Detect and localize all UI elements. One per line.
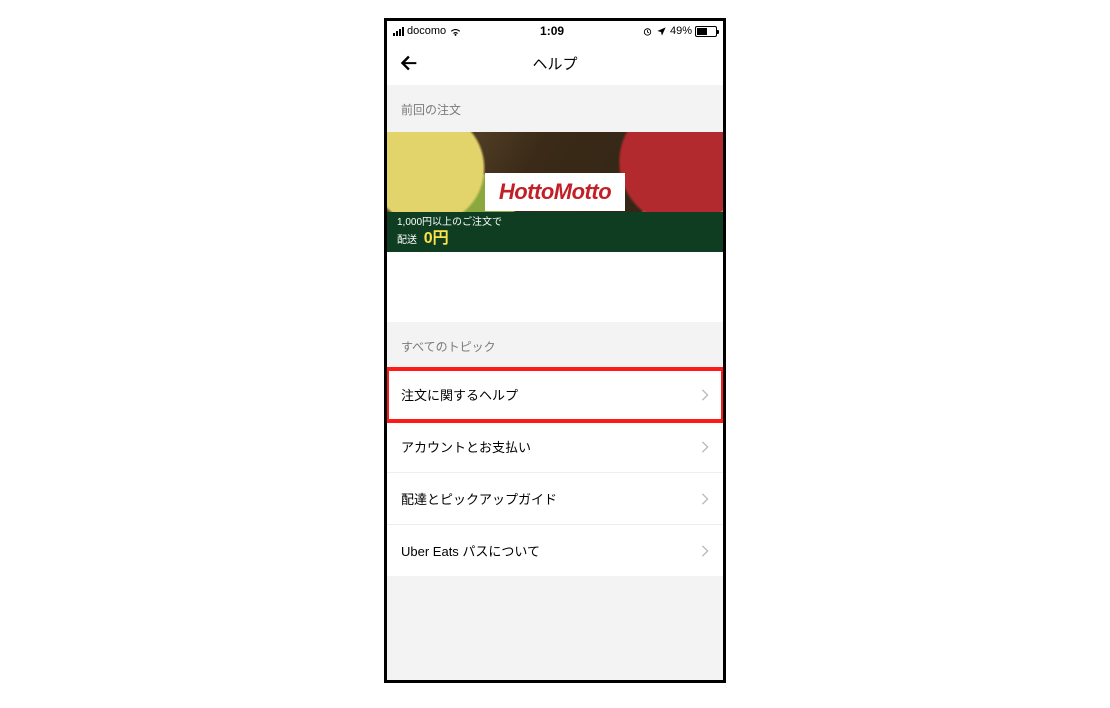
promo-brand-logo: HottoMotto	[485, 173, 625, 211]
section-header-all-topics: すべてのトピック	[387, 322, 723, 369]
promo-sub-line1: 1,000円以上のご注文で	[397, 216, 713, 229]
status-left: docomo	[393, 25, 462, 38]
promo-banner[interactable]: HottoMotto 1,000円以上のご注文で 配送 0円	[387, 132, 723, 252]
status-right: 49%	[642, 25, 717, 37]
alarm-icon	[642, 26, 653, 37]
signal-icon	[393, 26, 404, 36]
promo-subtext: 1,000円以上のご注文で 配送 0円	[387, 212, 723, 252]
arrow-left-icon	[398, 52, 420, 74]
topic-label: Uber Eats パスについて	[401, 541, 540, 560]
topic-label: 注文に関するヘルプ	[401, 385, 518, 404]
back-button[interactable]	[397, 51, 421, 75]
carrier-label: docomo	[407, 25, 446, 37]
bottom-spacer	[387, 576, 723, 680]
status-bar: docomo 1:09 49%	[387, 21, 723, 41]
chevron-right-icon	[701, 493, 709, 505]
page-title: ヘルプ	[532, 53, 577, 74]
phone-frame: docomo 1:09 49% ヘルプ	[384, 18, 726, 683]
battery-pct: 49%	[670, 25, 692, 37]
topic-label: アカウントとお支払い	[401, 437, 531, 456]
battery-icon	[695, 26, 717, 37]
topic-order-help[interactable]: 注文に関するヘルプ	[387, 369, 723, 421]
location-icon	[656, 26, 667, 37]
topic-label: 配達とピックアップガイド	[401, 489, 557, 508]
section-header-last-order: 前回の注文	[387, 85, 723, 132]
clock: 1:09	[540, 24, 564, 38]
topic-list: 注文に関するヘルプ アカウントとお支払い 配達とピックアップガイド Uber E…	[387, 369, 723, 576]
chevron-right-icon	[701, 389, 709, 401]
spacer	[387, 252, 723, 322]
promo-sub-highlight: 0円	[424, 230, 449, 247]
topic-account-payment[interactable]: アカウントとお支払い	[387, 421, 723, 473]
chevron-right-icon	[701, 441, 709, 453]
wifi-icon	[449, 25, 462, 38]
nav-header: ヘルプ	[387, 41, 723, 85]
promo-sub-prefix: 配送	[397, 235, 417, 246]
chevron-right-icon	[701, 545, 709, 557]
topic-delivery-pickup[interactable]: 配達とピックアップガイド	[387, 473, 723, 525]
topic-uber-eats-pass[interactable]: Uber Eats パスについて	[387, 525, 723, 576]
promo-sub-line2: 配送 0円	[397, 229, 713, 250]
